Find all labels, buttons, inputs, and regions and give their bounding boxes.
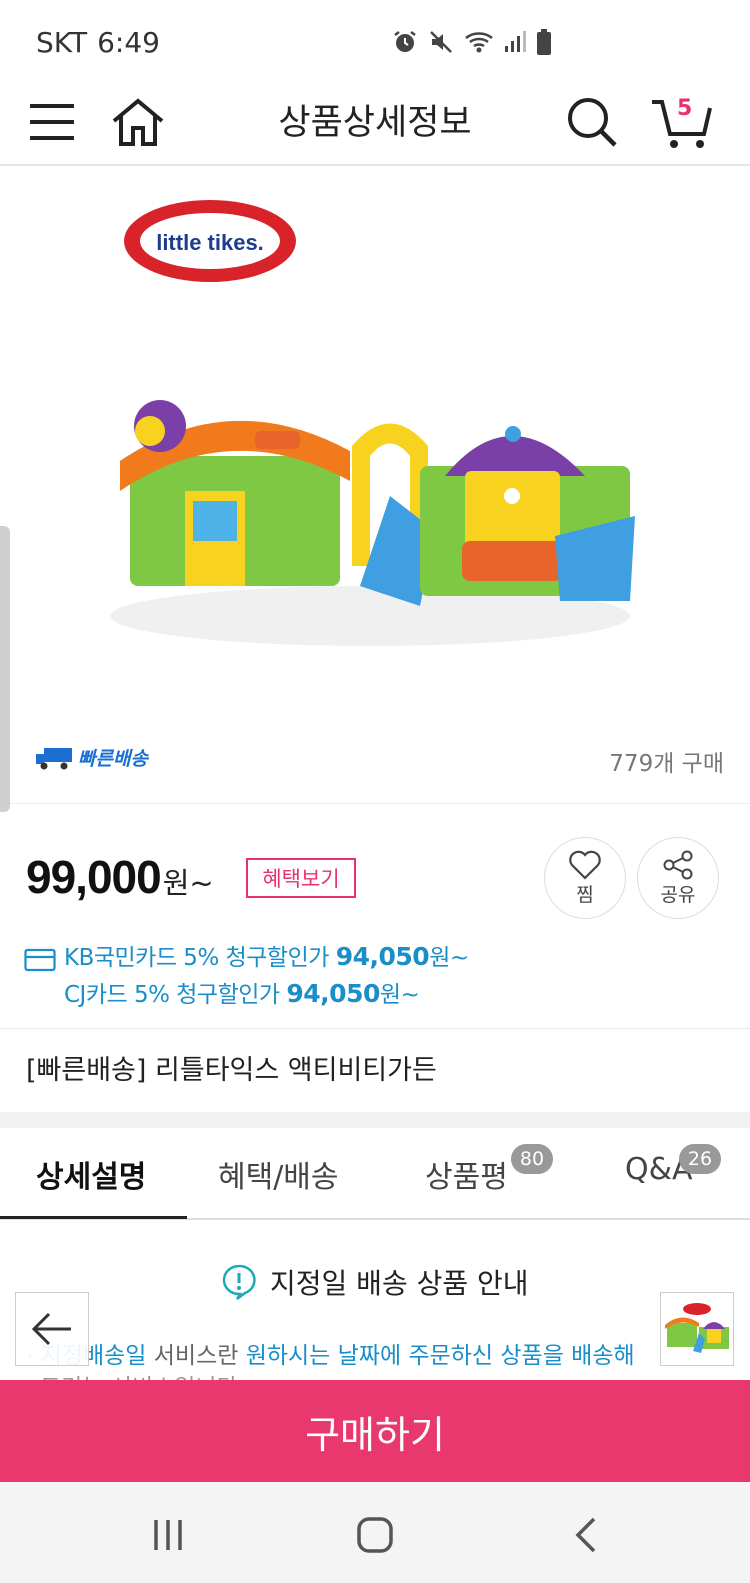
tab-detail[interactable]: 상세설명 <box>36 1152 146 1196</box>
card-discount-price: 94,050 <box>286 979 380 1008</box>
buy-button[interactable]: 구매하기 <box>0 1380 750 1482</box>
search-icon <box>568 98 617 147</box>
recent-apps-icon <box>154 1520 182 1550</box>
home-circle-icon <box>357 1517 393 1553</box>
card-discount-text: KB국민카드 5% 청구할인가 <box>64 945 336 971</box>
review-count-badge: 80 <box>511 1144 553 1174</box>
notice-title-text: 지정일 배송 상품 안내 <box>270 1267 529 1300</box>
notice-highlight: 원하시는 날짜에 주문하신 상품을 배송해 <box>245 1343 635 1369</box>
product-image[interactable]: little tikes. 빠른배송 779개 구매 <box>0 166 750 804</box>
fast-delivery-label: 빠른배송 <box>78 748 148 770</box>
benefit-view-button[interactable]: 혜택보기 <box>246 858 356 898</box>
home-nav-button[interactable] <box>350 1510 400 1560</box>
wish-label: 찜 <box>576 883 594 906</box>
alarm-icon <box>394 31 416 52</box>
edge-panel-handle[interactable] <box>0 526 10 812</box>
notice-text: · 지정배송일 서비스란 원하시는 날짜에 주문하신 상품을 배송해 <box>26 1336 635 1370</box>
wish-button[interactable]: 찜 <box>544 837 626 919</box>
product-thumbnail-image <box>665 1303 729 1353</box>
app-header: 상품상세정보 5 <box>0 84 750 166</box>
arrow-left-icon <box>31 1312 71 1346</box>
price-row: 99,000 원~ <box>26 850 214 904</box>
notice-title: 지정일 배송 상품 안내 <box>220 1262 529 1302</box>
fast-delivery-badge: 빠른배송 <box>34 744 148 771</box>
status-bar: SKT 6:49 <box>0 0 750 84</box>
active-tab-indicator <box>0 1216 187 1219</box>
product-name: [빠른배송] 리틀타익스 액티비티가든 <box>26 1055 437 1086</box>
price-value: 99,000 <box>26 851 162 903</box>
back-nav-button[interactable] <box>560 1510 610 1560</box>
little-tikes-logo: little tikes. <box>124 200 296 282</box>
system-nav-bar <box>0 1482 750 1583</box>
tab-label: 상세설명 <box>36 1160 147 1195</box>
tab-label: 상품평 <box>425 1160 508 1195</box>
svg-text:little tikes.: little tikes. <box>156 230 264 255</box>
purchase-count: 779개 구매 <box>609 751 724 777</box>
notice-text-mid: 서비스란 <box>146 1343 246 1369</box>
activity-garden-toy-image <box>110 400 635 646</box>
cart-count-badge: 5 <box>677 96 693 121</box>
info-chat-icon <box>222 1264 256 1300</box>
section-separator <box>0 1112 750 1128</box>
recent-product-thumbnail[interactable] <box>660 1292 734 1366</box>
divider <box>0 1028 750 1029</box>
price-unit: 원~ <box>162 866 214 900</box>
share-label: 공유 <box>660 883 696 906</box>
back-floating-button[interactable] <box>15 1292 89 1366</box>
wifi-icon <box>465 32 493 53</box>
mute-icon <box>430 31 452 53</box>
clock: 6:49 <box>97 25 160 59</box>
card-discount-unit: 원~ <box>379 982 420 1008</box>
page-title: 상품상세정보 <box>278 103 472 143</box>
tab-qna[interactable]: Q&A 26 <box>625 1144 721 1187</box>
heart-icon <box>569 850 601 880</box>
search-button[interactable] <box>562 92 622 152</box>
tab-label: 혜택/배송 <box>218 1160 339 1195</box>
card-discount-cj: CJ카드 5% 청구할인가 94,050원~ <box>64 975 420 1009</box>
recent-apps-button[interactable] <box>143 1510 193 1560</box>
share-icon <box>663 850 693 879</box>
status-icons <box>392 28 552 56</box>
back-chevron-icon <box>575 1517 596 1553</box>
detail-tabs: 상세설명 혜택/배송 상품평 80 Q&A 26 <box>0 1128 750 1220</box>
credit-card-icon <box>24 948 56 972</box>
share-button[interactable]: 공유 <box>637 837 719 919</box>
tab-reviews[interactable]: 상품평 80 <box>425 1144 553 1196</box>
card-discount-price: 94,050 <box>335 942 430 971</box>
qna-count-badge: 26 <box>679 1144 721 1174</box>
signal-icon <box>505 31 526 52</box>
card-discount-unit: 원~ <box>429 945 469 971</box>
tab-benefit-delivery[interactable]: 혜택/배송 <box>218 1152 339 1196</box>
card-discount-text: CJ카드 5% 청구할인가 <box>64 982 287 1008</box>
card-discount-kb: KB국민카드 5% 청구할인가 94,050원~ <box>64 938 469 972</box>
battery-icon <box>537 29 551 55</box>
delivery-truck-icon <box>36 747 72 769</box>
cart-button[interactable]: 5 <box>650 92 714 152</box>
carrier-label: SKT <box>36 25 88 59</box>
